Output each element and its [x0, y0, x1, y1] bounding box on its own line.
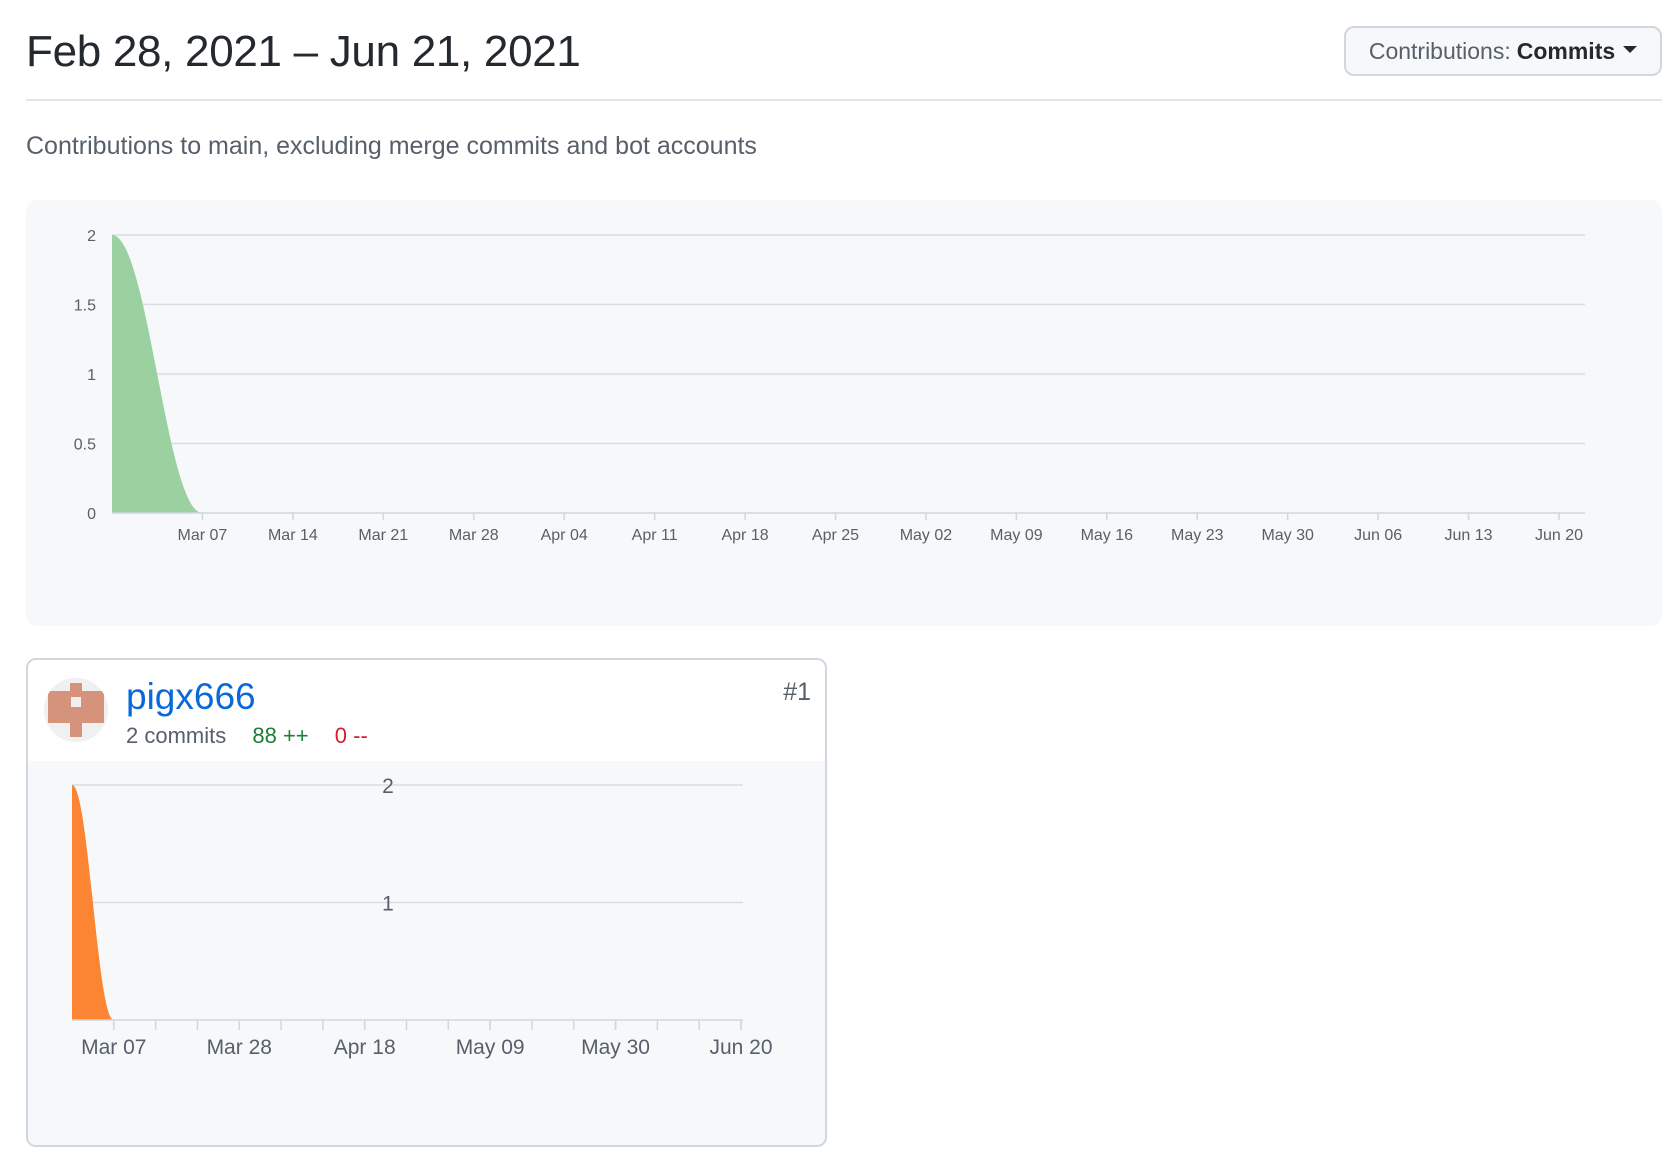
overall-chart-x-tick-label: Apr 11: [632, 527, 678, 544]
dropdown-selected-value: Commits: [1516, 37, 1616, 64]
contributor-chart-svg: 2 1 Mar 07 Mar 28 Apr 18 May 09 May 30 Jun 20: [72, 775, 773, 1059]
overall-chart-x-tick-label: Apr 18: [721, 527, 768, 544]
contributor-chart-x-tick-label: Jun 20: [709, 1036, 772, 1059]
page-header: Feb 28, 2021 – Jun 21, 2021 Contribution…: [26, 0, 1662, 101]
overall-chart-x-tick-label: Jun 20: [1535, 527, 1583, 544]
overall-chart-x-tick-label: Jun 06: [1354, 527, 1402, 544]
commit-count-link[interactable]: 2 commits: [126, 723, 226, 748]
caret-down-icon: [1623, 45, 1638, 53]
identicon-avatar-icon[interactable]: [44, 678, 108, 742]
overall-chart-svg: 2 1.5 1 0.5 0 Mar 07 Mar 14 Mar 21 Mar 28 Apr 04 A…: [74, 228, 1585, 544]
overall-chart-x-tick-label: May 02: [900, 527, 953, 544]
overall-chart-x-tick-label: May 23: [1171, 527, 1224, 544]
contributor-chart-x-tick-label: May 09: [456, 1036, 525, 1059]
overall-chart-y-tick-label: 2: [87, 228, 96, 245]
contributor-stats: 2 commits 88 ++ 0 --: [126, 722, 368, 750]
overall-chart-x-tick-label: Mar 28: [449, 527, 499, 544]
deletions-count: 0 --: [334, 723, 368, 748]
contributor-username-link[interactable]: pigx666: [126, 676, 256, 718]
overall-chart-x-tick-label: Apr 25: [812, 527, 859, 544]
contributions-description: Contributions to main, excluding merge c…: [26, 132, 757, 160]
contributor-chart-x-tick-label: Mar 28: [207, 1036, 272, 1059]
avatar-image: [44, 678, 108, 742]
contributor-chart-x-tick-label: May 30: [581, 1036, 650, 1059]
overall-chart-y-tick-label: 1.5: [74, 298, 96, 315]
overall-contributions-chart: 2 1.5 1 0.5 0 Mar 07 Mar 14 Mar 21 Mar 28 Apr 04 A…: [26, 200, 1662, 626]
overall-chart-y-tick-label: 0: [87, 506, 96, 523]
contributions-type-dropdown[interactable]: Contributions: Commits: [1344, 26, 1662, 76]
overall-chart-x-tick-label: Mar 14: [268, 527, 318, 544]
contributor-chart-y-tick-label: 2: [382, 775, 394, 798]
contributor-chart: 2 1 Mar 07 Mar 28 Apr 18 May 09 May 30 Jun 20: [28, 761, 825, 1145]
overall-chart-x-tick-label: May 30: [1261, 527, 1314, 544]
overall-chart-y-tick-label: 0.5: [74, 437, 96, 454]
contributor-card-header: pigx666 2 commits 88 ++ 0 -- #1: [28, 660, 825, 763]
dropdown-prefix: Contributions:: [1368, 37, 1511, 64]
overall-chart-x-tick-label: Jun 13: [1445, 527, 1493, 544]
overall-chart-x-tick-label: Mar 21: [358, 527, 408, 544]
contributor-chart-x-tick-label: Apr 18: [334, 1036, 396, 1059]
contributor-card: pigx666 2 commits 88 ++ 0 -- #1 2 1 Mar 07…: [26, 658, 827, 1147]
overall-chart-x-tick-label: Mar 07: [178, 527, 228, 544]
overall-chart-y-tick-label: 1: [87, 367, 96, 384]
contributors-page: Feb 28, 2021 – Jun 21, 2021 Contribution…: [26, 0, 1662, 1147]
contributor-chart-y-tick-label: 1: [382, 893, 394, 916]
overall-chart-x-tick-label: May 09: [990, 527, 1043, 544]
contributor-chart-x-tick-label: Mar 07: [81, 1036, 146, 1059]
contributor-rank: #1: [783, 678, 811, 706]
overall-chart-x-tick-label: May 16: [1081, 527, 1134, 544]
overall-chart-x-tick-label: Apr 04: [541, 527, 588, 544]
additions-count: 88 ++: [252, 723, 309, 748]
date-range-title: Feb 28, 2021 – Jun 21, 2021: [26, 27, 581, 76]
